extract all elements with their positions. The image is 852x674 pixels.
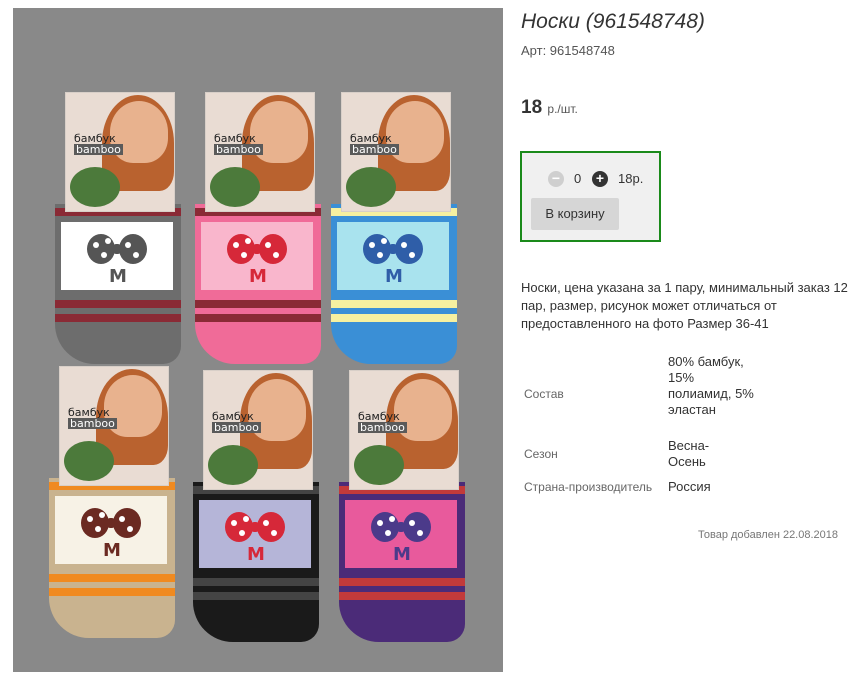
sock-body: M (331, 204, 457, 364)
sock-stripe (193, 578, 319, 586)
sock-pattern-panel: M (55, 496, 167, 564)
package-label-en: bamboo (68, 417, 117, 430)
bow-icon (225, 512, 285, 542)
sock-stripe (331, 314, 457, 322)
product-price: 18 р./шт. (521, 97, 578, 119)
sock-pattern-panel: M (337, 222, 449, 290)
sock-package-card: бамбук bamboo (205, 92, 315, 212)
product-photo[interactable]: Mбамбук bamboo Mбамбук bamboo Mбамбук bamboo M… (13, 8, 503, 672)
product-description: Носки, цена указана за 1 пару, минимальн… (521, 280, 848, 331)
sock-pattern-panel: M (345, 500, 457, 568)
package-label-en: bamboo (358, 421, 407, 434)
product-article: Арт: 961548748 (521, 43, 615, 58)
sock-pattern-panel: M (201, 222, 313, 290)
price-value: 18 (521, 97, 543, 118)
sock-letter: M (109, 266, 127, 287)
bow-icon (87, 234, 147, 264)
sock-pair: Mбамбук bamboo (55, 92, 185, 364)
package-label-en: bamboo (74, 143, 123, 156)
bamboo-leaf-icon (70, 167, 120, 207)
plus-circle-icon[interactable]: + (592, 171, 608, 187)
sock-stripe (195, 300, 321, 308)
package-label-en: bamboo (214, 143, 263, 156)
price-unit: р./шт. (547, 102, 578, 116)
sock-letter: M (249, 266, 267, 287)
bow-icon (371, 512, 431, 542)
property-label-country: Страна-производитель (524, 480, 653, 494)
sock-letter: M (393, 544, 411, 565)
sock-package-card: бамбук bamboo (341, 92, 451, 212)
product-title: Носки (961548748) (521, 10, 705, 33)
bamboo-leaf-icon (346, 167, 396, 207)
sock-letter: M (103, 540, 121, 561)
buy-box: − 0 + 18р. В корзину (520, 151, 661, 242)
package-label-en: bamboo (212, 421, 261, 434)
sock-stripe (193, 592, 319, 600)
sock-stripe (49, 588, 175, 596)
property-value-composition: 80% бамбук, 15% полиамид, 5% эластан (668, 354, 754, 417)
bamboo-leaf-icon (64, 441, 114, 481)
package-label-en: bamboo (350, 143, 399, 156)
minus-circle-icon[interactable]: − (548, 171, 564, 187)
sock-package-card: бамбук bamboo (65, 92, 175, 212)
bow-icon (227, 234, 287, 264)
property-label-season: Сезон (524, 447, 558, 461)
sock-package-card: бамбук bamboo (203, 370, 313, 490)
sock-body: M (195, 204, 321, 364)
sock-package-card: бамбук bamboo (349, 370, 459, 490)
added-date: Товар добавлен 22.08.2018 (698, 529, 839, 541)
sock-stripe (339, 578, 465, 586)
sock-stripe (331, 300, 457, 308)
sock-pair: Mбамбук bamboo (339, 370, 469, 642)
bow-icon (363, 234, 423, 264)
sock-pair: Mбамбук bamboo (331, 92, 461, 364)
property-label-composition: Состав (524, 387, 564, 401)
add-to-cart-button[interactable]: В корзину (531, 198, 619, 230)
sock-letter: M (247, 544, 265, 565)
property-value-country: Россия (668, 479, 711, 494)
quantity-value: 0 (574, 171, 582, 186)
bamboo-leaf-icon (354, 445, 404, 485)
bamboo-leaf-icon (208, 445, 258, 485)
sock-stripe (55, 300, 181, 308)
sock-stripe (339, 592, 465, 600)
sock-letter: M (385, 266, 403, 287)
sock-body: M (55, 204, 181, 364)
sock-body: M (193, 482, 319, 642)
sock-pair: Mбамбук bamboo (49, 366, 179, 638)
sock-pair: Mбамбук bamboo (193, 370, 323, 642)
sock-body: M (49, 478, 175, 638)
sock-pattern-panel: M (199, 500, 311, 568)
sock-body: M (339, 482, 465, 642)
sock-stripe (195, 314, 321, 322)
sock-stripe (55, 314, 181, 322)
sum-value: 18р. (618, 171, 644, 186)
sock-pair: Mбамбук bamboo (195, 92, 325, 364)
bamboo-leaf-icon (210, 167, 260, 207)
sock-pattern-panel: M (61, 222, 173, 290)
sock-package-card: бамбук bamboo (59, 366, 169, 486)
sock-stripe (49, 574, 175, 582)
bow-icon (81, 508, 141, 538)
property-value-season: Весна-Осень (668, 438, 710, 469)
